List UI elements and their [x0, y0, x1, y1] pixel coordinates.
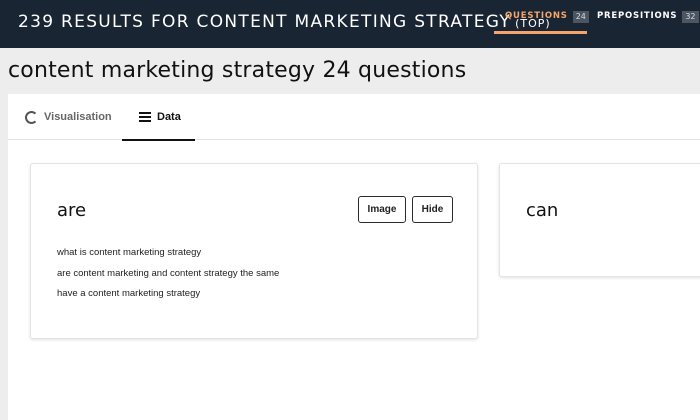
tab-questions[interactable]: QUESTIONS 24: [494, 0, 589, 48]
page-title: content marketing strategy 24 questions: [8, 58, 467, 83]
results-title-text: 239 RESULTS FOR CONTENT MARKETING STRATE…: [18, 12, 512, 32]
tab-prepositions-count-badge: 32: [682, 11, 699, 23]
question-item[interactable]: what is content marketing strategy: [57, 247, 201, 258]
tab-prepositions[interactable]: PREPOSITIONS 32: [597, 0, 700, 48]
view-tabs: Visualisation Data: [8, 94, 700, 141]
image-button[interactable]: Image: [358, 196, 406, 223]
question-card-can: can: [499, 163, 700, 277]
tab-visualisation[interactable]: Visualisation: [25, 94, 112, 140]
question-card-are: are Image Hide what is content marketing…: [30, 163, 478, 339]
tab-visualisation-label: Visualisation: [44, 111, 112, 123]
ring-chart-icon: [25, 110, 38, 124]
question-item[interactable]: have a content marketing strategy: [57, 288, 200, 299]
results-panel: Visualisation Data are Image Hide what i…: [8, 94, 700, 420]
card-title: are: [57, 200, 87, 221]
hide-button[interactable]: Hide: [412, 196, 453, 223]
card-title: can: [526, 200, 559, 221]
tab-data-label: Data: [157, 111, 181, 123]
tab-questions-count-badge: 24: [572, 11, 589, 23]
tab-questions-label: QUESTIONS: [505, 11, 568, 21]
results-title: 239 RESULTS FOR CONTENT MARKETING STRATE…: [18, 12, 551, 32]
list-icon: [139, 112, 151, 122]
tab-prepositions-label: PREPOSITIONS: [597, 11, 678, 21]
tab-data[interactable]: Data: [122, 94, 195, 141]
top-header-bar: 239 RESULTS FOR CONTENT MARKETING STRATE…: [0, 0, 700, 48]
question-item[interactable]: are content marketing and content strate…: [57, 268, 279, 279]
